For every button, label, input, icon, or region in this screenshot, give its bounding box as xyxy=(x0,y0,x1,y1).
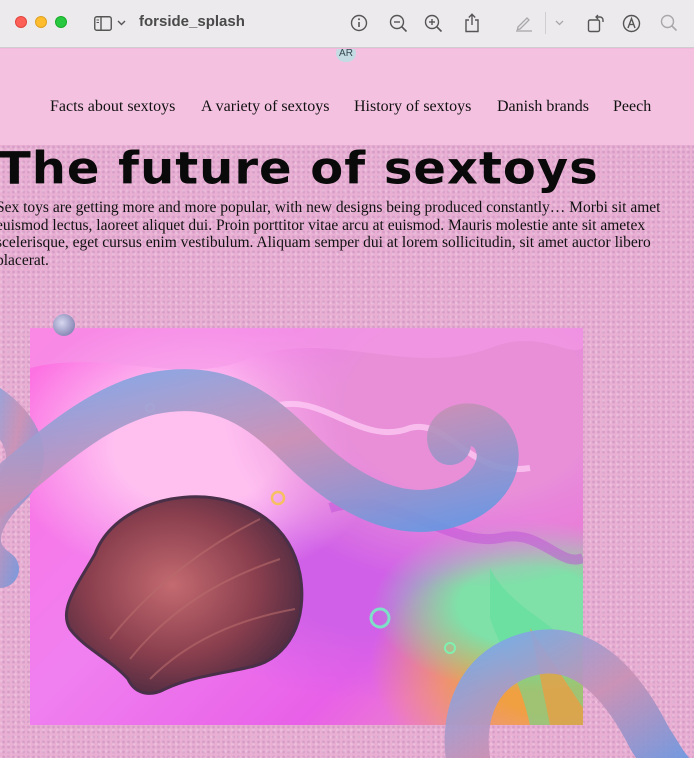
sidebar-icon[interactable] xyxy=(92,12,114,34)
swirl-tube-bottom xyxy=(444,629,690,758)
window-toolbar: forside_splash xyxy=(0,0,694,48)
bubble-icon xyxy=(53,314,75,336)
chevron-down-icon[interactable] xyxy=(549,12,569,34)
zoom-out-icon[interactable] xyxy=(387,12,409,34)
zoom-in-icon[interactable] xyxy=(422,12,444,34)
share-icon[interactable] xyxy=(461,12,483,34)
zoom-window-button[interactable] xyxy=(55,16,67,28)
seashell-icon xyxy=(64,495,304,695)
window-title: forside_splash xyxy=(139,13,245,30)
web-page: Facts about sextoys A variety of sextoys… xyxy=(0,49,694,758)
rotate-icon[interactable] xyxy=(585,12,607,34)
info-icon[interactable] xyxy=(348,12,370,34)
toolbar-separator xyxy=(545,12,546,34)
markup-pen-icon[interactable] xyxy=(513,12,535,34)
chevron-down-icon[interactable] xyxy=(113,12,129,34)
annotate-icon[interactable] xyxy=(620,12,642,34)
search-icon[interactable] xyxy=(658,12,680,34)
swirl-tube-main xyxy=(0,369,519,532)
close-window-button[interactable] xyxy=(15,16,27,28)
minimize-window-button[interactable] xyxy=(35,16,47,28)
decor-overlay xyxy=(0,314,690,758)
